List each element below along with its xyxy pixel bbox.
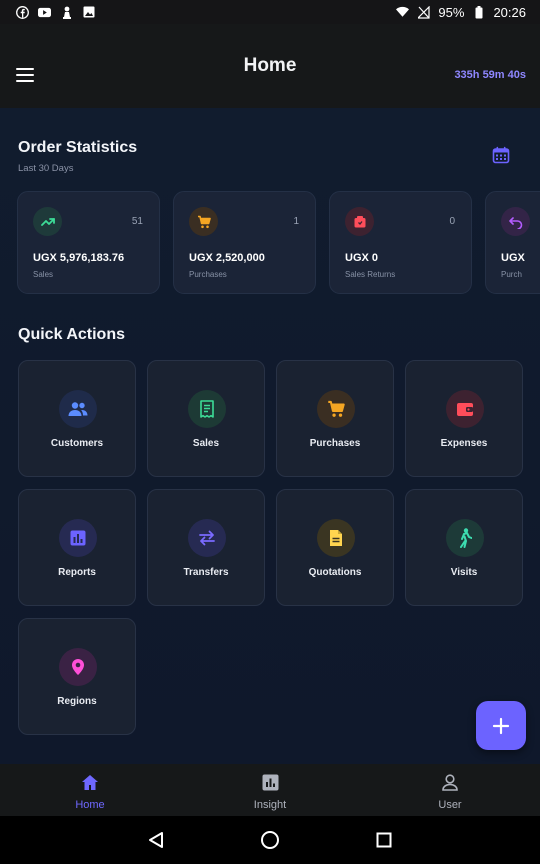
action-quotations[interactable]: Quotations <box>276 489 394 606</box>
system-navigation-bar <box>0 816 540 864</box>
nav-user[interactable]: User <box>360 764 540 816</box>
action-label: Regions <box>57 696 97 707</box>
stat-label: Sales Returns <box>345 270 396 279</box>
cart-icon <box>317 390 355 428</box>
stat-value: UGX 0 <box>345 252 379 264</box>
action-expenses[interactable]: Expenses <box>405 360 523 477</box>
session-timer: 335h 59m 40s <box>454 69 526 81</box>
app-bar: Home <box>0 24 540 108</box>
wifi-icon <box>396 6 410 19</box>
trending-up-icon <box>33 207 62 236</box>
battery-percent: 95% <box>438 4 465 20</box>
status-bar: 95% 20:26 <box>0 0 540 24</box>
action-label: Sales <box>192 438 220 449</box>
stat-label: Sales <box>33 270 54 279</box>
battery-icon <box>472 5 485 19</box>
stat-label: Purchases <box>189 270 227 279</box>
action-customers[interactable]: Customers <box>18 360 136 477</box>
action-purchases[interactable]: Purchases <box>276 360 394 477</box>
cart-icon <box>189 207 218 236</box>
action-label: Reports <box>58 567 96 578</box>
action-visits[interactable]: Visits <box>405 489 523 606</box>
image-icon <box>82 6 95 19</box>
stat-value: UGX <box>501 252 525 264</box>
nav-label: Home <box>75 799 105 811</box>
receipt-icon <box>188 390 226 428</box>
action-label: Customers <box>50 438 104 449</box>
people-icon <box>59 390 97 428</box>
stat-card-purchases[interactable]: 1 UGX 2,520,000 Purchases <box>173 191 316 294</box>
action-label: Expenses <box>440 438 488 449</box>
return-box-icon <box>345 207 374 236</box>
nav-insight[interactable]: Insight <box>180 764 360 816</box>
action-sales[interactable]: Sales <box>147 360 265 477</box>
action-label: Purchases <box>309 438 361 449</box>
order-statistics-subtitle: Last 30 Days <box>18 163 74 174</box>
stat-label: Purch <box>501 270 522 279</box>
home-icon <box>81 774 99 796</box>
bottom-navigation: Home Insight User <box>0 764 540 816</box>
location-pin-icon <box>59 648 97 686</box>
action-label: Transfers <box>183 567 229 578</box>
wallet-icon <box>446 390 484 428</box>
nav-home[interactable]: Home <box>0 764 180 816</box>
home-circle-icon[interactable] <box>213 830 327 850</box>
stat-card-purchase-returns[interactable]: UGX Purch <box>485 191 540 294</box>
stat-card-sales-returns[interactable]: 0 UGX 0 Sales Returns <box>329 191 472 294</box>
action-label: Quotations <box>308 567 362 578</box>
action-label: Visits <box>450 567 478 578</box>
stat-count: 51 <box>131 216 143 227</box>
stat-card-sales[interactable]: 51 UGX 5,976,183.76 Sales <box>17 191 160 294</box>
plus-icon <box>492 717 510 734</box>
action-transfers[interactable]: Transfers <box>147 489 265 606</box>
swap-arrows-icon <box>188 519 226 557</box>
action-regions[interactable]: Regions <box>18 618 136 735</box>
insight-chart-icon <box>262 774 279 796</box>
walking-person-icon <box>446 519 484 557</box>
recents-icon[interactable] <box>327 832 441 848</box>
home-content[interactable]: Order Statistics Last 30 Days 51 UGX 5,9… <box>0 108 540 764</box>
stat-value: UGX 5,976,183.76 <box>33 252 125 264</box>
page-title: Home <box>243 55 297 76</box>
user-icon <box>442 774 458 796</box>
stat-value: UGX 2,520,000 <box>189 252 265 264</box>
document-icon <box>317 519 355 557</box>
stat-count: 1 <box>293 216 299 227</box>
undo-icon <box>501 207 530 236</box>
back-icon[interactable] <box>99 831 213 849</box>
bar-chart-icon <box>59 519 97 557</box>
order-statistics-title: Order Statistics <box>18 139 138 156</box>
facebook-icon <box>16 5 29 19</box>
nav-label: User <box>438 799 462 811</box>
add-fab-button[interactable] <box>476 701 526 750</box>
youtube-icon <box>38 6 51 19</box>
nav-label: Insight <box>253 799 287 811</box>
calendar-icon[interactable] <box>492 146 510 164</box>
order-stats-carousel[interactable]: 51 UGX 5,976,183.76 Sales 1 UGX 2,520,00… <box>17 191 540 295</box>
quick-actions-title: Quick Actions <box>18 326 125 343</box>
stat-count: 0 <box>449 216 455 227</box>
no-signal-icon <box>417 5 430 19</box>
action-reports[interactable]: Reports <box>18 489 136 606</box>
hamburger-menu-icon[interactable] <box>16 68 34 82</box>
chess-pawn-icon <box>60 6 73 19</box>
clock: 20:26 <box>493 4 526 20</box>
